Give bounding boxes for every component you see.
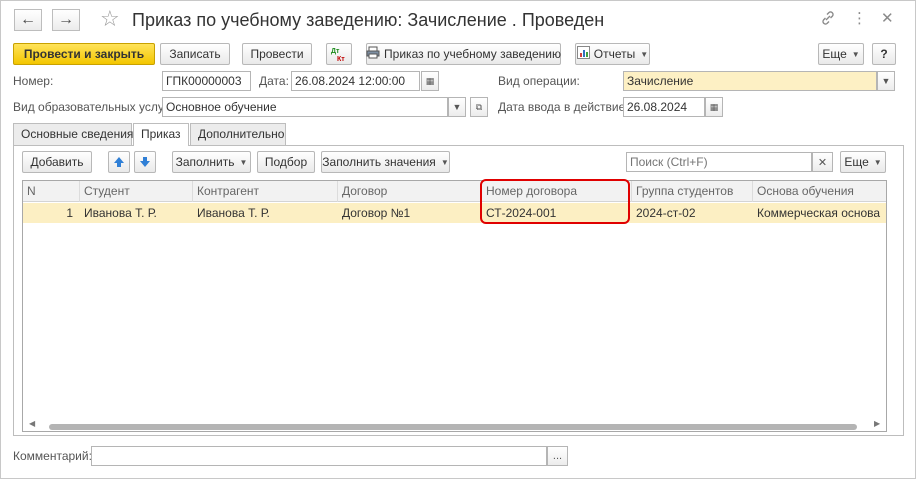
arrow-left-icon: ← — [20, 11, 36, 28]
window-title: Приказ по учебному заведению: Зачисление… — [132, 10, 605, 30]
back-button[interactable]: ← — [14, 9, 42, 31]
chevron-down-icon: ▼ — [873, 157, 882, 167]
chevron-down-icon: ▼ — [440, 157, 449, 167]
forward-button[interactable]: → — [52, 9, 80, 31]
table-search-input[interactable] — [626, 152, 812, 172]
number-label: Номер: — [13, 74, 54, 88]
chevron-down-icon: ▼ — [640, 49, 649, 59]
comment-label: Комментарий: — [13, 449, 92, 463]
scrollbar-track[interactable] — [39, 422, 869, 430]
operation-type-field[interactable]: Зачисление — [623, 71, 877, 91]
help-button[interactable]: ? — [872, 43, 896, 65]
close-icon[interactable]: ✕ — [881, 10, 894, 28]
dtkt-button[interactable]: Дт Кт — [326, 43, 352, 65]
fill-values-button[interactable]: Заполнить значения ▼ — [321, 151, 450, 173]
arrow-up-icon — [114, 157, 124, 167]
move-down-button[interactable] — [134, 151, 156, 173]
open-icon: ⧉ — [475, 101, 483, 112]
post-button[interactable]: Провести — [242, 43, 312, 65]
scroll-left-icon[interactable]: ◀ — [29, 419, 35, 428]
svg-text:Дт: Дт — [331, 48, 340, 55]
print-order-button[interactable]: Приказ по учебному заведению — [366, 43, 561, 65]
table-more-label: Еще — [844, 155, 869, 169]
cell-contract[interactable]: Договор №1 — [338, 203, 482, 223]
table-more-button[interactable]: Еще ▼ — [840, 151, 886, 173]
column-header-contract[interactable]: Договор — [338, 181, 482, 202]
favorite-star-icon[interactable]: ☆ — [100, 6, 120, 32]
service-type-dropdown[interactable]: ▼ — [448, 97, 466, 117]
debit-credit-icon: Дт Кт — [331, 48, 345, 63]
column-header-n[interactable]: N — [23, 181, 80, 202]
tab-order[interactable]: Приказ — [133, 123, 189, 146]
horizontal-scrollbar[interactable]: ◀ ▶ — [25, 419, 885, 430]
fill-label: Заполнить — [175, 155, 235, 169]
more-button[interactable]: Еще ▼ — [818, 43, 864, 65]
move-up-button[interactable] — [108, 151, 130, 173]
column-header-study-basis[interactable]: Основа обучения — [753, 181, 886, 202]
column-header-student[interactable]: Студент — [80, 181, 193, 202]
calendar-icon: ▦ — [425, 75, 435, 86]
service-type-open-button[interactable]: ⧉ — [470, 97, 488, 117]
save-button[interactable]: Записать — [160, 43, 230, 65]
fill-button[interactable]: Заполнить ▼ — [172, 151, 251, 173]
chevron-down-icon: ▼ — [239, 157, 248, 167]
comment-field[interactable] — [91, 446, 547, 466]
arrow-right-icon: → — [58, 11, 74, 28]
date-calendar-button[interactable]: ▦ — [421, 71, 439, 91]
more-label: Еще — [822, 47, 847, 61]
column-header-counterparty[interactable]: Контрагент — [193, 181, 338, 202]
reports-label: Отчеты — [593, 47, 636, 61]
calendar-icon: ▦ — [709, 101, 719, 112]
scrollbar-thumb[interactable] — [49, 424, 857, 430]
print-order-label: Приказ по учебному заведению — [384, 47, 561, 61]
fill-values-label: Заполнить значения — [322, 155, 436, 169]
date-label: Дата: — [259, 74, 289, 88]
cell-student-group[interactable]: 2024-ст-02 — [632, 203, 753, 223]
svg-text:Кт: Кт — [337, 56, 345, 63]
tab-additional[interactable]: Дополнительно — [190, 123, 286, 145]
more-vertical-icon[interactable]: ⋮ — [852, 10, 867, 28]
select-button[interactable]: Подбор — [257, 151, 315, 173]
chevron-down-icon: ▼ — [881, 76, 891, 86]
reports-button[interactable]: Отчеты ▼ — [575, 43, 650, 65]
effective-date-calendar-button[interactable]: ▦ — [705, 97, 723, 117]
comment-select-button[interactable]: ... — [547, 446, 568, 466]
chevron-down-icon: ▼ — [851, 49, 860, 59]
arrow-down-icon — [140, 157, 150, 167]
operation-type-dropdown[interactable]: ▼ — [877, 71, 895, 91]
cell-student[interactable]: Иванова Т. Р. — [80, 203, 193, 223]
contract-number-highlight — [480, 179, 630, 224]
link-icon[interactable] — [820, 10, 836, 31]
add-row-button[interactable]: Добавить — [22, 151, 92, 173]
number-field[interactable]: ГПК00000003 — [162, 71, 251, 91]
post-and-close-button[interactable]: Провести и закрыть — [13, 43, 155, 65]
operation-type-label: Вид операции: — [498, 74, 580, 88]
cell-n[interactable]: 1 — [23, 203, 76, 223]
close-icon: ✕ — [817, 156, 828, 169]
cell-counterparty[interactable]: Иванова Т. Р. — [193, 203, 338, 223]
effective-date-label: Дата ввода в действие: — [498, 100, 629, 114]
reports-icon — [576, 46, 590, 62]
cell-study-basis[interactable]: Коммерческая основа — [753, 203, 886, 223]
printer-icon — [366, 46, 380, 62]
table-row[interactable]: 1 Иванова Т. Р. Иванова Т. Р. Договор №1… — [23, 203, 886, 223]
service-type-label: Вид образовательных услуг: — [13, 100, 172, 114]
chevron-down-icon: ▼ — [452, 102, 462, 112]
service-type-field[interactable]: Основное обучение — [162, 97, 448, 117]
scroll-right-icon[interactable]: ▶ — [874, 419, 880, 428]
table-header: N Студент Контрагент Договор Номер догов… — [23, 181, 886, 202]
students-table[interactable]: N Студент Контрагент Договор Номер догов… — [22, 180, 887, 432]
clear-search-button[interactable]: ✕ — [812, 152, 833, 172]
tab-main-info[interactable]: Основные сведения — [13, 123, 133, 145]
column-header-student-group[interactable]: Группа студентов — [632, 181, 753, 202]
effective-date-field[interactable]: 26.08.2024 — [623, 97, 705, 117]
date-field[interactable]: 26.08.2024 12:00:00 — [291, 71, 420, 91]
